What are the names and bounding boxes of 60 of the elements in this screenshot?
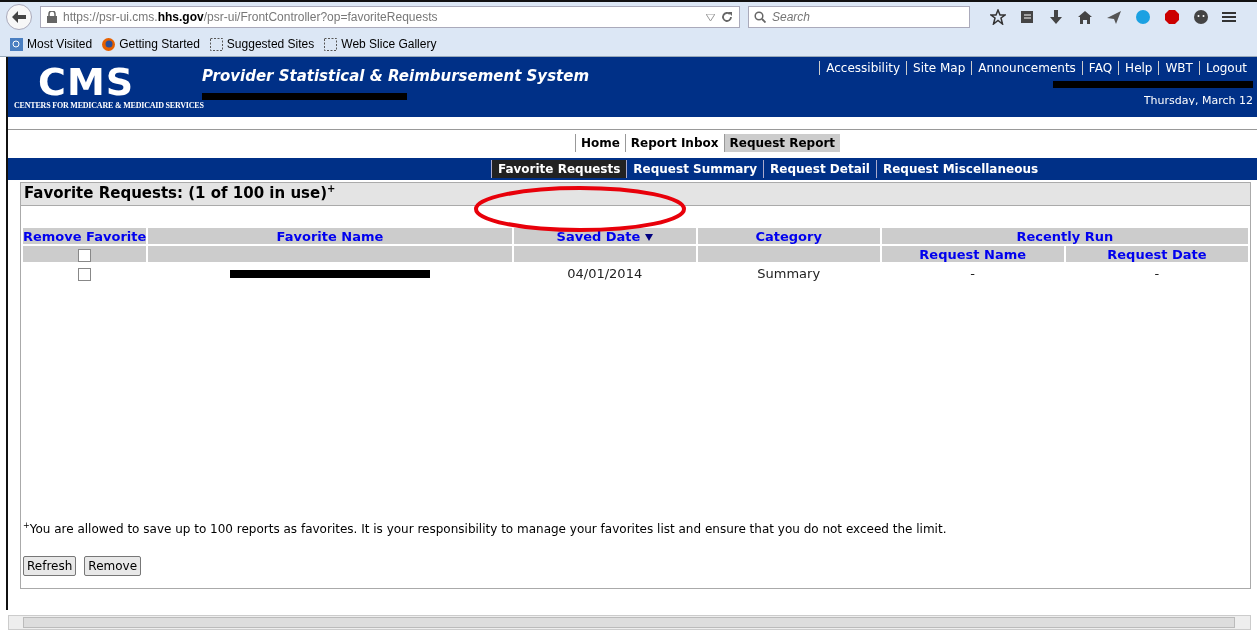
table-cell-text: Summary xyxy=(756,264,822,282)
column-header[interactable]: Request Date xyxy=(1065,246,1248,262)
tab[interactable]: Home xyxy=(574,134,625,152)
sub-tab[interactable]: Favorite Requests xyxy=(490,160,627,178)
action-button[interactable]: Refresh xyxy=(23,556,77,576)
search-page-icon xyxy=(10,37,23,51)
page-icon xyxy=(209,37,223,51)
globe-icon xyxy=(102,37,116,51)
dropdown-icon[interactable] xyxy=(706,13,715,21)
sub-tab[interactable]: Request Miscellaneous xyxy=(875,160,1045,178)
sort-down-icon xyxy=(644,233,653,241)
menu-icon[interactable] xyxy=(1222,10,1236,24)
bookmark-link[interactable]: Web Slice Gallery xyxy=(341,37,437,51)
url-text: https://psr-ui.cms.hhs.gov/psr-ui/FrontController?op=favoriteRequests xyxy=(63,10,438,24)
logo-text: CMS xyxy=(38,63,135,101)
header-link[interactable]: Site Map xyxy=(906,61,972,75)
panel-title: Favorite Requests: (1 of 100 in use)$^{+}$ xyxy=(21,183,1250,206)
send-icon[interactable] xyxy=(1106,9,1122,25)
star-icon[interactable] xyxy=(990,9,1006,25)
column-header[interactable]: Recently Run xyxy=(881,228,1248,244)
table-cell-text: 04/01/2014 xyxy=(566,264,644,282)
tab[interactable]: Report Inbox xyxy=(624,134,724,152)
column-header[interactable]: Request Name xyxy=(881,246,1064,262)
bookmark-link[interactable]: Getting Started xyxy=(119,37,200,51)
sub-tab[interactable]: Request Detail xyxy=(763,160,876,178)
reading-list-icon[interactable] xyxy=(1019,9,1035,25)
column-header[interactable]: Favorite Name xyxy=(148,228,512,244)
back-button[interactable] xyxy=(6,4,32,30)
column-header[interactable]: Category xyxy=(697,228,880,244)
header-link[interactable]: Logout xyxy=(1198,61,1253,75)
reload-icon[interactable] xyxy=(721,11,733,23)
page-icon xyxy=(324,37,338,51)
logo-subtitle: CENTERS FOR MEDICARE & MEDICAID SERVICES xyxy=(14,101,204,110)
search-field[interactable]: Search xyxy=(770,9,954,25)
column-header[interactable]: Remove Favorite xyxy=(23,228,147,244)
row-checkbox[interactable] xyxy=(78,267,92,281)
header-link[interactable]: FAQ xyxy=(1081,61,1119,75)
header-link[interactable]: Announcements xyxy=(971,61,1082,75)
header-link[interactable]: WBT xyxy=(1158,61,1199,75)
header-link[interactable]: Help xyxy=(1118,61,1159,75)
lock-icon xyxy=(47,11,57,23)
address-bar[interactable]: https://psr-ui.cms.hhs.gov/psr-ui/FrontController?op=favoriteRequests xyxy=(40,6,740,28)
search-box[interactable]: Search xyxy=(748,6,970,28)
back-arrow-icon xyxy=(12,11,26,23)
horizontal-scrollbar[interactable] xyxy=(8,615,1251,630)
footnote-text: $^{+}$You are allowed to save up to 100 reports as favorites. It is your responsibility to manage your favorites list and ensure that you do not exceed the limit. xyxy=(22,521,948,536)
tab[interactable]: Request Report xyxy=(723,134,841,152)
bookmark-link[interactable]: Suggested Sites xyxy=(226,37,315,51)
site-title: Provider Statistical & Reimbursement System xyxy=(202,67,591,85)
search-icon xyxy=(754,11,766,23)
header-link[interactable]: Accessibility xyxy=(819,61,907,75)
download-icon[interactable] xyxy=(1048,9,1064,25)
chat-bubble-icon[interactable] xyxy=(1193,9,1209,25)
sub-tab[interactable]: Request Summary xyxy=(626,160,764,178)
action-button[interactable]: Remove xyxy=(84,556,142,576)
select-all-checkbox[interactable] xyxy=(78,248,92,262)
table-cell-text: - xyxy=(1153,264,1161,282)
home-icon[interactable] xyxy=(1077,9,1093,25)
table-cell-text: - xyxy=(969,264,977,282)
bookmark-link[interactable]: Most Visited xyxy=(27,37,93,51)
